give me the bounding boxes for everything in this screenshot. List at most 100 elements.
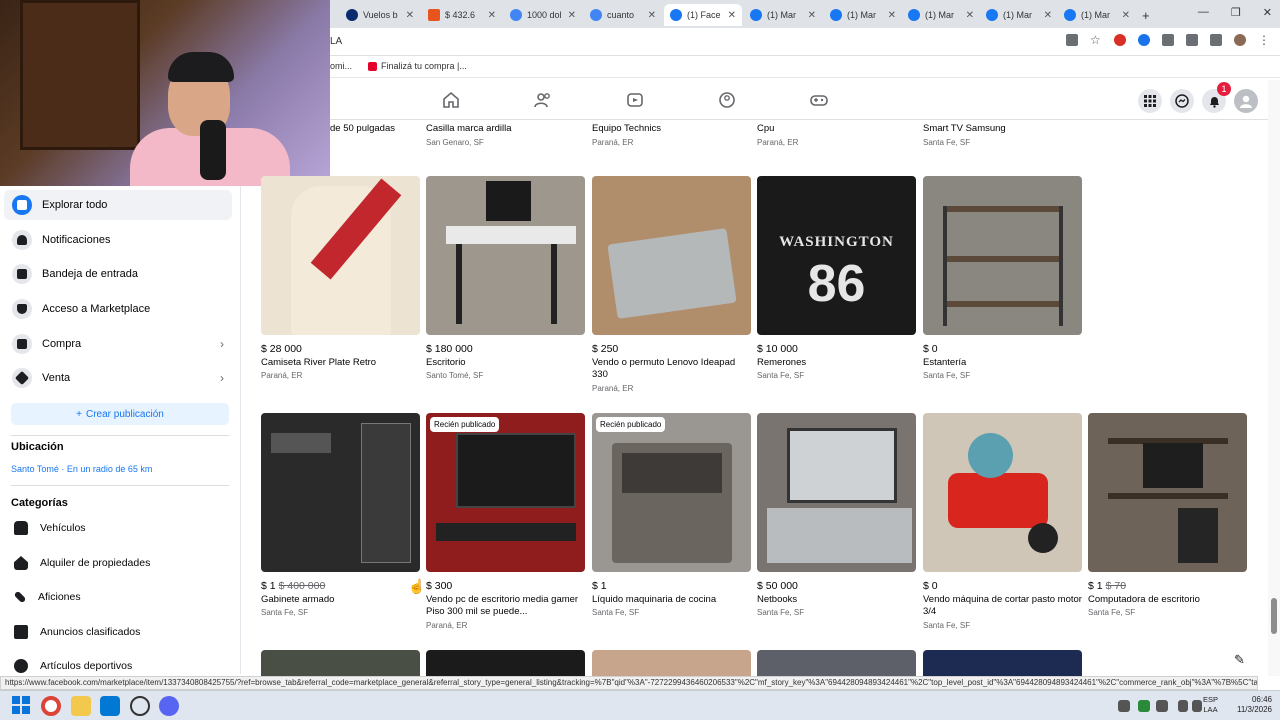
close-tab-icon[interactable]: ✕ [1122,10,1130,21]
listing-photo[interactable] [592,650,751,676]
extension-icon[interactable] [1138,34,1150,46]
listing-photo[interactable] [923,650,1082,676]
language-indicator[interactable]: ESP LAA [1203,695,1218,715]
sidebar-item-selling[interactable]: Venta › [4,363,232,393]
close-tab-icon[interactable]: ✕ [808,10,816,21]
star-icon[interactable]: ☆ [1090,34,1102,46]
video-icon[interactable] [625,90,645,110]
listing-card[interactable]: $ 28 000 Camiseta River Plate Retro Para… [261,176,421,380]
bookmark-item[interactable]: omi... [330,61,352,71]
listing-photo[interactable] [261,176,420,335]
minimize-icon[interactable]: — [1198,6,1209,19]
listing-card[interactable]: $ 1 $ 70 Computadora de escritorio Santa … [1088,413,1248,617]
listing-photo[interactable]: Recién publicado [592,413,751,572]
browser-tab[interactable]: (1) Mar ✕ [1058,4,1136,26]
browser-tab[interactable]: cuanto ✕ [584,4,662,26]
browser-tab[interactable]: (1) Mar ✕ [980,4,1058,26]
close-tab-icon[interactable]: ✕ [648,10,656,21]
listing-card[interactable]: $ 0 Vendo máquina de cortar pasto motor … [923,413,1083,630]
close-tab-icon[interactable]: ✕ [966,10,974,21]
listing-card[interactable]: Cpu Paraná, ER [757,123,917,147]
category-property-rentals[interactable]: Alquiler de propiedades [4,548,232,578]
close-tab-icon[interactable]: ✕ [728,10,736,21]
compose-icon[interactable]: ✎ [1234,652,1252,670]
listing-card[interactable]: WASHINGTON 86 $ 10 000 Remerones Santa F… [757,176,917,380]
chevron-up-icon[interactable] [1118,700,1130,712]
listing-photo[interactable] [923,176,1082,335]
profile-avatar-icon[interactable] [1234,34,1246,46]
listing-photo[interactable]: WASHINGTON 86 [757,176,916,335]
listing-photo[interactable] [923,413,1082,572]
listing-photo[interactable] [261,650,420,676]
url-input[interactable]: LA [330,36,342,47]
clock[interactable]: 06:46 11/3/2026 [1237,695,1272,715]
listing-photo[interactable] [757,650,916,676]
listing-card[interactable]: $ 180 000 Escritorio Santo Tomé, SF [426,176,586,380]
menu-dots-icon[interactable]: ⋮ [1258,34,1270,46]
account-avatar[interactable] [1234,89,1258,113]
listing-card[interactable]: $ 250 Vendo o permuto Lenovo Ideapad 330… [592,176,752,393]
sidebar-item-explore[interactable]: Explorar todo [4,190,232,220]
microphone-icon[interactable] [1156,700,1168,712]
browser-tab[interactable]: (1) Mar ✕ [824,4,902,26]
chrome-icon[interactable] [41,696,61,716]
browser-tab[interactable]: Vuelos b ✕ [340,4,420,26]
listing-card[interactable]: $ 50 000 Netbooks Santa Fe, SF [757,413,917,617]
store-icon[interactable] [100,696,120,716]
restore-icon[interactable]: ❐ [1231,6,1241,19]
close-tab-icon[interactable]: ✕ [1044,10,1052,21]
category-vehicles[interactable]: Vehículos [4,513,232,543]
listing-card[interactable]: Equipo Technics Paraná, ER [592,123,752,147]
listing-card[interactable]: Recién publicado $ 300 Vendo pc de escri… [426,413,586,630]
scrollbar-thumb[interactable] [1271,598,1277,634]
windows-start-icon[interactable] [12,696,32,716]
sidebar-item-notifications[interactable]: Notificaciones [4,225,232,255]
puzzle-icon[interactable] [1186,34,1198,46]
sidebar-item-buying[interactable]: Compra › [4,329,232,359]
sync-icon[interactable] [1138,700,1150,712]
listing-card[interactable]: $ 1 $ 400 000 Gabinete armado Santa Fe, S… [261,413,421,617]
listing-photo[interactable] [1088,413,1247,572]
new-tab-button[interactable]: + [1136,4,1156,26]
menu-grid-button[interactable] [1138,89,1162,113]
home-icon[interactable] [441,90,461,110]
volume-icon[interactable] [1192,700,1202,712]
extension-icon[interactable] [1114,34,1126,46]
listing-photo[interactable] [592,176,751,335]
close-tab-icon[interactable]: ✕ [888,10,896,21]
category-classifieds[interactable]: Anuncios clasificados [4,617,232,647]
app-icon[interactable] [130,696,150,716]
friends-icon[interactable] [533,90,553,110]
listing-photo[interactable] [426,176,585,335]
listing-photo[interactable] [426,650,585,676]
browser-tab[interactable]: (1) Mar ✕ [744,4,822,26]
wifi-icon[interactable] [1178,700,1188,712]
discord-icon[interactable] [159,696,179,716]
messenger-button[interactable] [1170,89,1194,113]
file-explorer-icon[interactable] [71,696,91,716]
location-filter-link[interactable]: Santo Tomé · En un radio de 65 km [11,464,152,474]
listing-card[interactable]: Casilla marca ardilla San Genaro, SF [426,123,586,147]
install-icon[interactable] [1066,34,1078,46]
close-tab-icon[interactable]: ✕ [406,10,414,21]
create-listing-button[interactable]: + Crear publicación [11,403,229,425]
page-scrollbar[interactable] [1268,80,1280,676]
browser-tab[interactable]: (1) Mar ✕ [902,4,980,26]
category-hobbies[interactable]: Aficiones [4,582,232,612]
listing-photo[interactable] [261,413,420,572]
listing-card[interactable]: Recién publicado $ 1 Líquido maquinaria … [592,413,752,617]
sidebar-item-marketplace-access[interactable]: Acceso a Marketplace [4,294,232,324]
listing-photo[interactable]: Recién publicado [426,413,585,572]
close-tab-icon[interactable]: ✕ [488,10,496,21]
listing-card[interactable]: Smart TV Samsung Santa Fe, SF [923,123,1083,147]
bookmark-item[interactable]: Finalizá tu compra |... [368,61,467,71]
close-window-icon[interactable]: ✕ [1263,6,1272,19]
sidebar-item-inbox[interactable]: Bandeja de entrada [4,259,232,289]
media-icon[interactable] [1210,34,1222,46]
listing-card[interactable]: $ 0 Estantería Santa Fe, SF [923,176,1083,380]
listing-photo[interactable] [757,413,916,572]
extension-icon[interactable] [1162,34,1174,46]
browser-tab-active[interactable]: (1) Face ✕ [664,4,742,26]
browser-tab[interactable]: 1000 dol ✕ [504,4,582,26]
browser-tab[interactable]: $ 432.6 ✕ [422,4,502,26]
